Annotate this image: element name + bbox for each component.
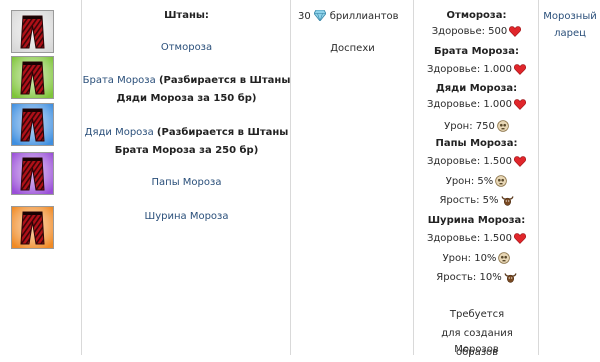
diamond-icon: [313, 9, 327, 24]
stats-title-papa: Папы Мороза:: [435, 138, 518, 149]
item-name-brat: Брата Мороза (Разбирается в Штаны Дяди М…: [82, 72, 291, 108]
pants-orange-icon[interactable]: [11, 206, 54, 249]
heart-icon: [509, 26, 522, 42]
stats-rage-papa: Ярость: 5%: [414, 194, 539, 211]
pants-purple-icon[interactable]: [11, 152, 54, 195]
skull-icon: [497, 120, 509, 137]
skull-icon: [498, 252, 511, 269]
bull-icon: [504, 272, 517, 288]
item-name-shurin: Шурина Мороза: [82, 208, 291, 226]
pants-blue-icon[interactable]: [11, 103, 54, 146]
stats-title-brat: Брата Мороза:: [434, 46, 519, 57]
stats-health-shurin: Здоровье: 1.500: [414, 232, 539, 249]
item-table: Штаны: Отмороза Брата Мороза (Разбираетс…: [0, 0, 600, 358]
pants-header: Штаны:: [164, 10, 209, 21]
source-line2: ларец: [554, 28, 586, 39]
source-link[interactable]: Морозный ларец: [539, 8, 600, 42]
heart-icon: [514, 64, 527, 80]
requirement-link[interactable]: Морозов: [414, 340, 539, 359]
skull-icon: [495, 175, 508, 192]
heart-icon: [514, 99, 527, 115]
stats-title-shurin: Шурина Мороза:: [427, 215, 526, 226]
stats-health-otmoroz: Здоровье: 500: [414, 25, 539, 42]
stats-damage-shurin: Урон: 10%: [414, 252, 539, 269]
item-link-brat[interactable]: Брата Мороза: [83, 75, 156, 86]
stats-damage-dyadya: Урон: 750: [414, 120, 539, 137]
stats-health-papa: Здоровье: 1.500: [414, 155, 539, 172]
stats-title-dyadya: Дяди Мороза:: [435, 83, 518, 94]
bull-icon: [500, 195, 514, 211]
item-link-otmoroz[interactable]: Отмороза: [161, 42, 212, 53]
source-column: Морозный ларец: [538, 0, 600, 355]
category: Доспехи: [330, 43, 375, 54]
item-name-papa: Папы Мороза: [82, 174, 291, 192]
stats-column: Отмороза: Здоровье: 500 Брата Мороза: Зд…: [413, 0, 539, 358]
names-column: Штаны: Отмороза Брата Мороза (Разбираетс…: [81, 0, 290, 355]
item-name-otmoroz: Отмороза: [82, 39, 291, 57]
item-name-dyadya: Дяди Мороза (Разбирается в Штаны Брата М…: [82, 124, 291, 160]
icons-column: [0, 0, 81, 355]
stats-rage-shurin: Ярость: 10%: [414, 271, 539, 288]
price: 30 бриллиантов: [298, 9, 399, 24]
item-link-dyadya[interactable]: Дяди Мороза: [85, 127, 154, 138]
price-amount: 30: [298, 11, 311, 22]
stats-damage-papa: Урон: 5%: [414, 175, 539, 192]
item-link-papa[interactable]: Папы Мороза: [152, 177, 222, 188]
price-column: 30 бриллиантов Доспехи: [290, 0, 413, 355]
stats-title-otmoroz: Отмороза:: [446, 10, 507, 21]
heart-icon: [514, 233, 527, 249]
pants-grey-icon[interactable]: [11, 10, 54, 53]
heart-icon: [514, 156, 527, 172]
source-line1: Морозный: [543, 11, 597, 22]
pants-green-icon[interactable]: [11, 56, 54, 99]
stats-health-brat: Здоровье: 1.000: [414, 63, 539, 80]
item-link-shurin[interactable]: Шурина Мороза: [145, 211, 229, 222]
price-currency: бриллиантов: [329, 11, 399, 22]
stats-health-dyadya: Здоровье: 1.000: [414, 98, 539, 115]
